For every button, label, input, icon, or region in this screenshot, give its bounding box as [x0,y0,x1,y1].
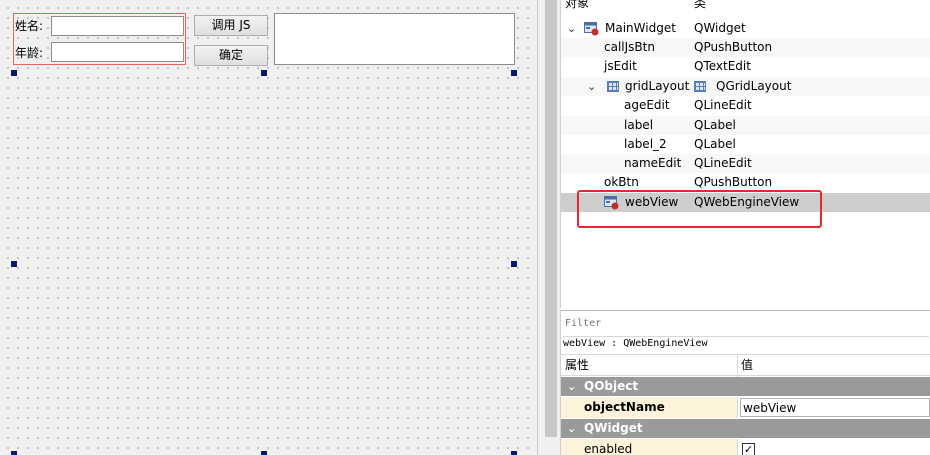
enabled-checkbox[interactable]: ✓ [742,443,755,455]
tree-item-name: callJsBtn [604,40,655,54]
tree-item-jsedit[interactable]: jsEdit QTextEdit [561,57,930,76]
tree-item-ageedit[interactable]: ageEdit QLineEdit [561,96,930,115]
js-text-edit[interactable] [274,13,515,65]
property-header: 属性 值 [561,354,930,377]
objectname-input[interactable] [740,398,930,417]
highlight-annotation [577,190,822,228]
chevron-down-icon[interactable]: ⌄ [567,377,576,396]
tree-item-nameedit[interactable]: nameEdit QLineEdit [561,154,930,173]
property-enabled[interactable]: enabled ✓ [561,439,930,455]
resize-handle[interactable] [511,451,517,455]
tree-item-class: QTextEdit [694,59,751,73]
group-qobject[interactable]: ⌄ QObject [561,377,930,396]
age-label: 年龄: [15,46,44,60]
tree-item-name: label_2 [624,137,667,151]
property-editor: webView : QWebEngineView 属性 值 ⌄ QObject … [560,310,930,455]
object-path: webView : QWebEngineView [563,336,929,349]
tree-item-class: QGridLayout [716,79,792,93]
group-title: QObject [584,379,639,393]
object-inspector: 对象 类 ⌄ MainWidget QWidget callJsBtn QPus… [560,0,930,308]
column-class[interactable]: 类 [694,0,706,11]
property-objectname[interactable]: objectName [561,397,930,418]
tree-item-label[interactable]: label QLabel [561,116,930,135]
name-edit[interactable] [51,16,184,36]
web-view-widget[interactable] [14,73,515,455]
tree-item-mainwidget[interactable]: ⌄ MainWidget QWidget [561,19,930,38]
grid-layout-icon [607,81,619,92]
column-value[interactable]: 值 [741,355,753,375]
call-js-button[interactable]: 调用 JS [194,15,268,36]
chevron-down-icon[interactable]: ⌄ [567,419,576,438]
tree-item-name: label [624,118,654,132]
tree-item-class: QLabel [694,137,736,151]
resize-handle[interactable] [511,261,517,267]
tree-item-label-2[interactable]: label_2 QLabel [561,135,930,154]
tree-item-calljsbtn[interactable]: callJsBtn QPushButton [561,38,930,57]
property-name: objectName [584,400,665,414]
grid-layout-icon [694,81,706,92]
tree-item-class: QPushButton [694,40,773,54]
resize-handle[interactable] [511,70,517,76]
name-label: 姓名: [15,19,44,33]
canvas-scrollbar[interactable] [545,0,557,437]
widget-icon [584,22,599,36]
tree-item-name: gridLayout [625,79,690,93]
tree-item-gridlayout[interactable]: ⌄ gridLayout QGridLayout [561,77,930,96]
ok-button[interactable]: 确定 [194,45,268,66]
resize-handle[interactable] [261,451,267,455]
chevron-down-icon[interactable]: ⌄ [567,19,576,38]
tree-item-class: QWidget [694,21,746,35]
inspector-header: 对象 类 [561,0,930,12]
tree-item-name: MainWidget [605,21,676,35]
property-value-cell: ✓ [737,439,930,455]
tree-item-name: nameEdit [624,156,682,170]
tree-item-class: QLabel [694,118,736,132]
column-separator [737,355,738,377]
filter-input[interactable] [563,313,929,333]
property-value-cell [737,397,930,418]
resize-handle[interactable] [261,70,267,76]
resize-handle[interactable] [11,70,17,76]
age-edit[interactable] [51,42,184,62]
resize-handle[interactable] [11,261,17,267]
group-qwidget[interactable]: ⌄ QWidget [561,419,930,438]
column-object[interactable]: 对象 [565,0,589,11]
tree-item-name: ageEdit [624,98,670,112]
tree-item-class: QLineEdit [694,98,752,112]
column-property[interactable]: 属性 [565,355,589,375]
tree-item-class: QLineEdit [694,156,752,170]
resize-handle[interactable] [11,451,17,455]
property-name: enabled [584,442,633,455]
form-canvas[interactable]: 姓名: 年龄: 调用 JS 确定 [0,0,538,455]
group-title: QWidget [584,421,643,435]
tree-item-name: jsEdit [604,59,637,73]
chevron-down-icon[interactable]: ⌄ [587,77,596,96]
